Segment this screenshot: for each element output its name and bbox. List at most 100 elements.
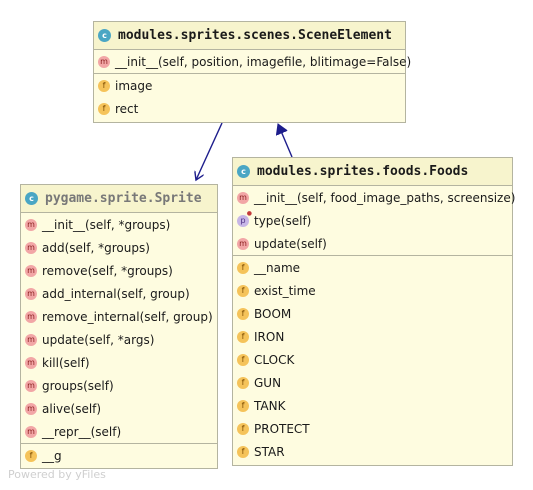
- method-icon: m: [25, 264, 37, 277]
- field-icon: f: [237, 330, 249, 343]
- watermark: Powered by yFiles: [8, 468, 106, 481]
- method-signature: remove_internal(self, group): [42, 309, 213, 324]
- method-signature: remove(self, *groups): [42, 263, 173, 278]
- edge-sceneelement-to-sprite: [196, 122, 223, 180]
- field-name: PROTECT: [254, 421, 310, 436]
- field-name: IRON: [254, 329, 285, 344]
- class-header: c pygame.sprite.Sprite: [21, 185, 217, 213]
- method-row[interactable]: m __init__(self, position, imagefile, bli…: [94, 50, 411, 73]
- method-signature: alive(self): [42, 401, 102, 416]
- method-row[interactable]: m update(self): [233, 232, 512, 255]
- edge-foods-to-sceneelement: [278, 124, 293, 158]
- method-signature: __repr__(self): [42, 424, 122, 439]
- field-row[interactable]: f GUN: [233, 371, 512, 394]
- method-signature: groups(self): [42, 378, 114, 393]
- methods-section: m __init__(self, food_image_paths, screen…: [233, 186, 516, 256]
- method-icon: m: [237, 191, 249, 204]
- class-box-scene-element[interactable]: c modules.sprites.scenes.SceneElement m _…: [93, 21, 411, 123]
- method-signature: add(self, *groups): [42, 240, 150, 255]
- method-row[interactable]: m remove_internal(self, group): [21, 305, 217, 328]
- field-row[interactable]: f CLOCK: [233, 348, 512, 371]
- method-icon: m: [25, 425, 37, 438]
- method-row[interactable]: m kill(self): [21, 351, 217, 374]
- method-signature: update(self): [254, 236, 327, 251]
- method-icon: m: [237, 237, 249, 250]
- field-name: GUN: [254, 375, 282, 390]
- class-title: pygame.sprite.Sprite: [45, 191, 202, 206]
- field-icon: f: [237, 284, 249, 297]
- field-name: rect: [115, 101, 139, 116]
- field-row[interactable]: f TANK: [233, 394, 512, 417]
- class-title: modules.sprites.foods.Foods: [257, 164, 469, 179]
- class-header: c modules.sprites.scenes.SceneElement: [94, 22, 405, 50]
- method-signature: add_internal(self, group): [42, 286, 190, 301]
- method-icon: m: [25, 356, 37, 369]
- method-row[interactable]: m __init__(self, food_image_paths, screen…: [233, 186, 516, 209]
- method-icon: m: [25, 287, 37, 300]
- class-box-foods[interactable]: c modules.sprites.foods.Foods m __init__(…: [232, 157, 516, 466]
- field-icon: f: [237, 422, 249, 435]
- class-icon: c: [237, 165, 250, 178]
- method-signature: __init__(self, food_image_paths, screens…: [254, 190, 516, 205]
- field-icon: f: [237, 261, 249, 274]
- method-icon: m: [25, 402, 37, 415]
- method-icon: m: [25, 241, 37, 254]
- field-icon: f: [237, 399, 249, 412]
- class-box-sprite[interactable]: c pygame.sprite.Sprite m __init__(self, *…: [20, 184, 218, 469]
- field-icon: f: [237, 376, 249, 389]
- method-icon: m: [25, 333, 37, 346]
- field-name: CLOCK: [254, 352, 295, 367]
- method-row[interactable]: m update(self, *args): [21, 328, 217, 351]
- field-name: image: [115, 78, 153, 93]
- field-row[interactable]: f STAR: [233, 440, 512, 463]
- field-row[interactable]: f exist_time: [233, 279, 512, 302]
- class-icon: c: [25, 192, 38, 205]
- method-signature: update(self, *args): [42, 332, 155, 347]
- field-icon: f: [237, 445, 249, 458]
- method-row[interactable]: p ● type(self): [233, 209, 512, 232]
- field-name: __g: [42, 448, 62, 463]
- field-name: TANK: [254, 398, 286, 413]
- class-icon: c: [98, 29, 111, 42]
- field-row[interactable]: f BOOM: [233, 302, 512, 325]
- field-name: STAR: [254, 444, 285, 459]
- field-row[interactable]: f __g: [21, 444, 217, 467]
- field-icon: f: [25, 449, 37, 462]
- fields-section: f __name f exist_time f BOOM f IRON f CLOCK f GUN f T…: [233, 256, 512, 463]
- lock-icon: ●: [246, 209, 252, 217]
- fields-section: f __g: [21, 444, 217, 467]
- method-signature: __init__(self, position, imagefile, blit…: [115, 54, 412, 69]
- methods-section: m __init__(self, *groups) m add(self, *grou…: [21, 213, 217, 444]
- field-row[interactable]: f PROTECT: [233, 417, 512, 440]
- field-name: __name: [254, 260, 301, 275]
- method-row[interactable]: m remove(self, *groups): [21, 259, 217, 282]
- method-signature: __init__(self, *groups): [42, 217, 171, 232]
- property-icon: p ●: [237, 210, 252, 227]
- field-row[interactable]: f __name: [233, 256, 512, 279]
- field-row[interactable]: f rect: [94, 97, 405, 120]
- class-header: c modules.sprites.foods.Foods: [233, 158, 512, 186]
- field-row[interactable]: f image: [94, 74, 405, 97]
- method-signature: kill(self): [42, 355, 90, 370]
- field-icon: f: [237, 307, 249, 320]
- method-icon: m: [25, 379, 37, 392]
- class-title: modules.sprites.scenes.SceneElement: [118, 28, 392, 43]
- method-row[interactable]: m __init__(self, *groups): [21, 213, 217, 236]
- fields-section: f image f rect: [94, 74, 405, 120]
- methods-section: m __init__(self, position, imagefile, bli…: [94, 50, 411, 74]
- field-name: exist_time: [254, 283, 316, 298]
- field-icon: f: [98, 79, 110, 92]
- field-icon: f: [98, 102, 110, 115]
- method-row[interactable]: m add_internal(self, group): [21, 282, 217, 305]
- method-icon: m: [25, 218, 37, 231]
- field-name: BOOM: [254, 306, 292, 321]
- method-icon: m: [98, 55, 110, 68]
- field-row[interactable]: f IRON: [233, 325, 512, 348]
- method-row[interactable]: m alive(self): [21, 397, 217, 420]
- method-row[interactable]: m groups(self): [21, 374, 217, 397]
- method-row[interactable]: m add(self, *groups): [21, 236, 217, 259]
- method-signature: type(self): [254, 213, 312, 228]
- method-row[interactable]: m __repr__(self): [21, 420, 217, 443]
- field-icon: f: [237, 353, 249, 366]
- method-icon: m: [25, 310, 37, 323]
